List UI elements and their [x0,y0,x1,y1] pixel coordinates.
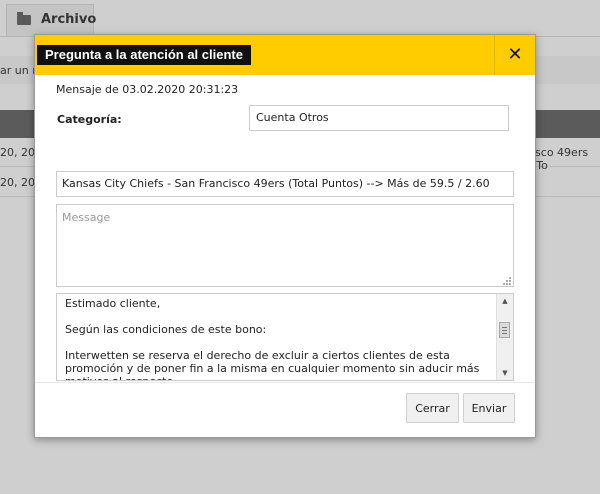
close-button[interactable]: ✕ [494,35,535,75]
table-cell: 20, 20 [0,146,35,159]
customer-service-dialog: Pregunta a la atención al cliente ✕ Mens… [34,34,536,438]
terms-paragraph: Interwetten se reserva el derecho de exc… [65,349,480,380]
category-field[interactable]: Cuenta Otros [249,105,509,131]
message-input[interactable] [56,204,514,287]
tab-archivo-label: Archivo [41,12,97,27]
cancel-button[interactable]: Cerrar [406,393,459,423]
subject-field[interactable]: Kansas City Chiefs - San Francisco 49ers… [56,171,514,197]
dialog-title: Pregunta a la atención al cliente [37,45,251,65]
send-button[interactable]: Enviar [463,393,515,423]
close-icon: ✕ [507,44,523,65]
dialog-header: Pregunta a la atención al cliente ✕ [35,35,535,75]
terms-box: Estimado cliente, Según las condiciones … [56,293,514,381]
table-cell: 20, 20 [0,176,35,189]
folder-icon [17,12,31,25]
footer-divider [35,382,535,383]
resize-handle[interactable] [503,277,511,285]
table-cell: isco 49ers (To [532,146,589,172]
terms-paragraph: Según las condiciones de este bono: [65,323,267,336]
scroll-thumb[interactable] [499,322,510,338]
scroll-down-arrow-icon[interactable]: ▼ [497,366,513,380]
category-label: Categoría: [57,113,122,126]
terms-text: Estimado cliente, Según las condiciones … [65,297,495,380]
terms-scrollbar[interactable]: ▲ ▼ [496,294,513,380]
scroll-up-arrow-icon[interactable]: ▲ [497,294,513,308]
tab-archivo[interactable]: Archivo [6,4,97,37]
message-date: Mensaje de 03.02.2020 20:31:23 [56,83,239,96]
terms-paragraph: Estimado cliente, [65,297,161,310]
